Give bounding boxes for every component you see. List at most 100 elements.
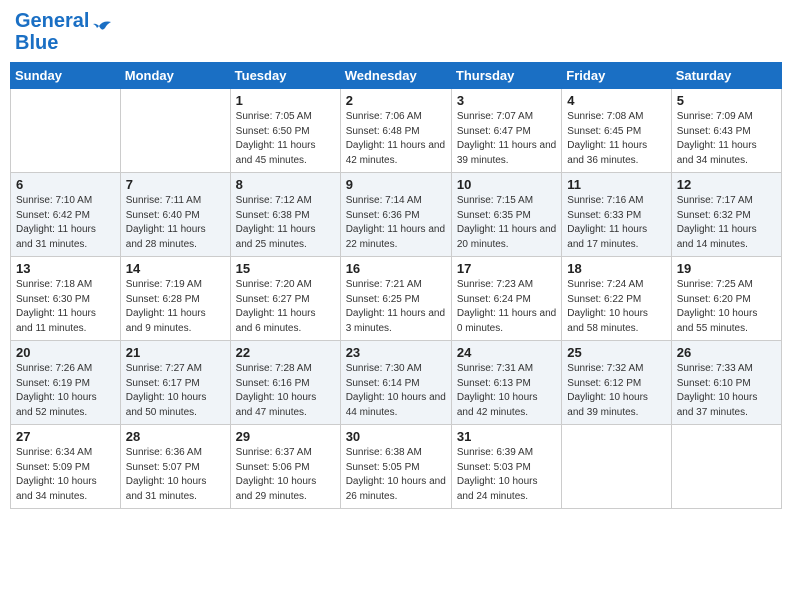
logo-bird-icon	[91, 18, 113, 36]
calendar-cell: 20 Sunrise: 7:26 AMSunset: 6:19 PMDaylig…	[11, 341, 121, 425]
calendar-cell: 10 Sunrise: 7:15 AMSunset: 6:35 PMDaylig…	[451, 173, 561, 257]
calendar-table: SundayMondayTuesdayWednesdayThursdayFrid…	[10, 62, 782, 509]
calendar-cell: 15 Sunrise: 7:20 AMSunset: 6:27 PMDaylig…	[230, 257, 340, 341]
calendar-week-row: 13 Sunrise: 7:18 AMSunset: 6:30 PMDaylig…	[11, 257, 782, 341]
calendar-cell	[120, 89, 230, 173]
day-info: Sunrise: 7:25 AMSunset: 6:20 PMDaylight:…	[677, 279, 758, 334]
calendar-header-row: SundayMondayTuesdayWednesdayThursdayFrid…	[11, 63, 782, 89]
day-info: Sunrise: 7:19 AMSunset: 6:28 PMDaylight:…	[126, 279, 206, 334]
calendar-cell: 19 Sunrise: 7:25 AMSunset: 6:20 PMDaylig…	[671, 257, 781, 341]
calendar-cell: 8 Sunrise: 7:12 AMSunset: 6:38 PMDayligh…	[230, 173, 340, 257]
day-number: 28	[126, 429, 225, 444]
day-info: Sunrise: 7:33 AMSunset: 6:10 PMDaylight:…	[677, 363, 758, 418]
day-of-week-header: Saturday	[671, 63, 781, 89]
day-info: Sunrise: 7:07 AMSunset: 6:47 PMDaylight:…	[457, 111, 556, 166]
day-info: Sunrise: 7:14 AMSunset: 6:36 PMDaylight:…	[346, 195, 445, 250]
calendar-cell: 26 Sunrise: 7:33 AMSunset: 6:10 PMDaylig…	[671, 341, 781, 425]
calendar-cell: 4 Sunrise: 7:08 AMSunset: 6:45 PMDayligh…	[562, 89, 671, 173]
day-info: Sunrise: 7:08 AMSunset: 6:45 PMDaylight:…	[567, 111, 647, 166]
day-of-week-header: Tuesday	[230, 63, 340, 89]
calendar-cell: 5 Sunrise: 7:09 AMSunset: 6:43 PMDayligh…	[671, 89, 781, 173]
day-info: Sunrise: 7:20 AMSunset: 6:27 PMDaylight:…	[236, 279, 316, 334]
page-header: GeneralBlue	[10, 10, 782, 54]
day-number: 1	[236, 93, 335, 108]
day-number: 3	[457, 93, 556, 108]
calendar-cell: 14 Sunrise: 7:19 AMSunset: 6:28 PMDaylig…	[120, 257, 230, 341]
calendar-cell: 13 Sunrise: 7:18 AMSunset: 6:30 PMDaylig…	[11, 257, 121, 341]
day-info: Sunrise: 7:18 AMSunset: 6:30 PMDaylight:…	[16, 279, 96, 334]
calendar-cell: 28 Sunrise: 6:36 AMSunset: 5:07 PMDaylig…	[120, 425, 230, 509]
day-number: 19	[677, 261, 776, 276]
calendar-cell: 31 Sunrise: 6:39 AMSunset: 5:03 PMDaylig…	[451, 425, 561, 509]
calendar-cell: 6 Sunrise: 7:10 AMSunset: 6:42 PMDayligh…	[11, 173, 121, 257]
day-number: 7	[126, 177, 225, 192]
calendar-cell: 18 Sunrise: 7:24 AMSunset: 6:22 PMDaylig…	[562, 257, 671, 341]
day-number: 5	[677, 93, 776, 108]
day-info: Sunrise: 6:38 AMSunset: 5:05 PMDaylight:…	[346, 447, 446, 502]
day-of-week-header: Friday	[562, 63, 671, 89]
calendar-week-row: 20 Sunrise: 7:26 AMSunset: 6:19 PMDaylig…	[11, 341, 782, 425]
day-info: Sunrise: 7:28 AMSunset: 6:16 PMDaylight:…	[236, 363, 317, 418]
calendar-cell: 17 Sunrise: 7:23 AMSunset: 6:24 PMDaylig…	[451, 257, 561, 341]
day-info: Sunrise: 7:09 AMSunset: 6:43 PMDaylight:…	[677, 111, 757, 166]
day-number: 17	[457, 261, 556, 276]
day-number: 2	[346, 93, 446, 108]
calendar-cell: 24 Sunrise: 7:31 AMSunset: 6:13 PMDaylig…	[451, 341, 561, 425]
day-info: Sunrise: 7:05 AMSunset: 6:50 PMDaylight:…	[236, 111, 316, 166]
day-of-week-header: Wednesday	[340, 63, 451, 89]
day-info: Sunrise: 7:32 AMSunset: 6:12 PMDaylight:…	[567, 363, 648, 418]
logo-text: GeneralBlue	[15, 10, 89, 54]
day-number: 13	[16, 261, 115, 276]
day-info: Sunrise: 7:23 AMSunset: 6:24 PMDaylight:…	[457, 279, 556, 334]
calendar-cell: 11 Sunrise: 7:16 AMSunset: 6:33 PMDaylig…	[562, 173, 671, 257]
day-info: Sunrise: 7:06 AMSunset: 6:48 PMDaylight:…	[346, 111, 445, 166]
day-number: 12	[677, 177, 776, 192]
day-info: Sunrise: 7:16 AMSunset: 6:33 PMDaylight:…	[567, 195, 647, 250]
day-info: Sunrise: 7:24 AMSunset: 6:22 PMDaylight:…	[567, 279, 648, 334]
logo: GeneralBlue	[15, 10, 113, 54]
calendar-cell: 22 Sunrise: 7:28 AMSunset: 6:16 PMDaylig…	[230, 341, 340, 425]
day-info: Sunrise: 7:31 AMSunset: 6:13 PMDaylight:…	[457, 363, 538, 418]
day-info: Sunrise: 7:10 AMSunset: 6:42 PMDaylight:…	[16, 195, 96, 250]
day-number: 15	[236, 261, 335, 276]
day-info: Sunrise: 7:15 AMSunset: 6:35 PMDaylight:…	[457, 195, 556, 250]
day-number: 4	[567, 93, 665, 108]
calendar-cell: 30 Sunrise: 6:38 AMSunset: 5:05 PMDaylig…	[340, 425, 451, 509]
calendar-cell: 29 Sunrise: 6:37 AMSunset: 5:06 PMDaylig…	[230, 425, 340, 509]
day-number: 11	[567, 177, 665, 192]
calendar-cell: 1 Sunrise: 7:05 AMSunset: 6:50 PMDayligh…	[230, 89, 340, 173]
calendar-cell: 2 Sunrise: 7:06 AMSunset: 6:48 PMDayligh…	[340, 89, 451, 173]
calendar-cell: 3 Sunrise: 7:07 AMSunset: 6:47 PMDayligh…	[451, 89, 561, 173]
day-of-week-header: Monday	[120, 63, 230, 89]
day-info: Sunrise: 6:39 AMSunset: 5:03 PMDaylight:…	[457, 447, 538, 502]
day-number: 9	[346, 177, 446, 192]
day-info: Sunrise: 7:11 AMSunset: 6:40 PMDaylight:…	[126, 195, 206, 250]
day-number: 10	[457, 177, 556, 192]
calendar-week-row: 1 Sunrise: 7:05 AMSunset: 6:50 PMDayligh…	[11, 89, 782, 173]
day-info: Sunrise: 6:37 AMSunset: 5:06 PMDaylight:…	[236, 447, 317, 502]
day-number: 27	[16, 429, 115, 444]
day-info: Sunrise: 6:34 AMSunset: 5:09 PMDaylight:…	[16, 447, 97, 502]
calendar-cell: 9 Sunrise: 7:14 AMSunset: 6:36 PMDayligh…	[340, 173, 451, 257]
day-number: 8	[236, 177, 335, 192]
calendar-cell: 21 Sunrise: 7:27 AMSunset: 6:17 PMDaylig…	[120, 341, 230, 425]
calendar-week-row: 27 Sunrise: 6:34 AMSunset: 5:09 PMDaylig…	[11, 425, 782, 509]
day-of-week-header: Thursday	[451, 63, 561, 89]
day-number: 14	[126, 261, 225, 276]
day-number: 22	[236, 345, 335, 360]
calendar-cell: 7 Sunrise: 7:11 AMSunset: 6:40 PMDayligh…	[120, 173, 230, 257]
day-info: Sunrise: 7:21 AMSunset: 6:25 PMDaylight:…	[346, 279, 445, 334]
day-info: Sunrise: 7:27 AMSunset: 6:17 PMDaylight:…	[126, 363, 207, 418]
day-number: 23	[346, 345, 446, 360]
calendar-cell	[562, 425, 671, 509]
day-number: 24	[457, 345, 556, 360]
day-info: Sunrise: 7:12 AMSunset: 6:38 PMDaylight:…	[236, 195, 316, 250]
day-number: 30	[346, 429, 446, 444]
day-info: Sunrise: 7:17 AMSunset: 6:32 PMDaylight:…	[677, 195, 757, 250]
calendar-week-row: 6 Sunrise: 7:10 AMSunset: 6:42 PMDayligh…	[11, 173, 782, 257]
calendar-cell: 12 Sunrise: 7:17 AMSunset: 6:32 PMDaylig…	[671, 173, 781, 257]
day-info: Sunrise: 6:36 AMSunset: 5:07 PMDaylight:…	[126, 447, 207, 502]
day-number: 16	[346, 261, 446, 276]
day-info: Sunrise: 7:30 AMSunset: 6:14 PMDaylight:…	[346, 363, 446, 418]
day-number: 29	[236, 429, 335, 444]
